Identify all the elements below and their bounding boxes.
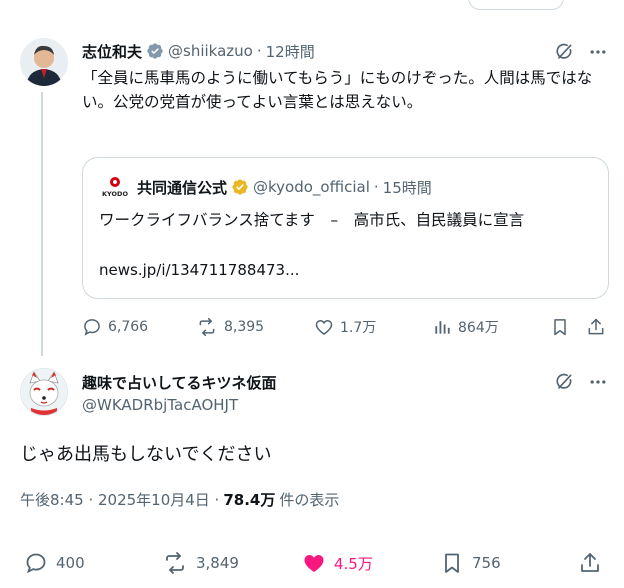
like-button-active[interactable]: 4.5万 [302,548,373,578]
avatar-kitsune-mask[interactable] [20,368,68,416]
share-icon [588,318,604,335]
like-icon [304,555,324,572]
reply-post-text: じゃあ出馬もしないでください [20,444,272,465]
reply-author-handle[interactable]: @WKADRbjTacAOHJT [82,396,238,414]
original-post-text: 「全員に馬車馬のように働いてもらう」にものけぞった。人間は馬ではない。公党の党首… [82,69,593,111]
grok-icon[interactable] [552,370,576,394]
separator: · [373,178,379,196]
quoted-post-header: KYODO 共同通信公式 @kyodo_official · 15時間 [101,176,432,198]
original-post-header: 志位和夫 @shiikazuo · 12時間 [82,40,315,62]
views-icon [435,321,450,334]
verified-badge-icon [231,178,249,196]
repost-icon [199,317,215,337]
verified-badge-icon [146,42,164,60]
bookmark-icon [445,553,459,573]
grok-icon[interactable] [552,40,576,64]
like-button[interactable]: 1.7万 [314,314,376,340]
repost-icon [166,552,184,574]
thread-connector-line [41,92,43,356]
avatar-shiikazuo[interactable] [20,38,68,86]
original-post-actions: 6,766 8,395 1.7万 864万 [82,314,612,340]
kyodo-logo: KYODO [101,176,129,198]
reply-post-actions: 400 3,849 4.5万 756 [20,548,610,578]
repost-count: 8,395 [224,319,265,335]
author-handle[interactable]: @shiikazuo [168,42,253,60]
kyodo-logo-text: KYODO [102,190,128,198]
post-time[interactable]: 12時間 [266,41,315,62]
separator: · [256,42,262,60]
bookmark-icon [554,319,566,336]
bookmark-button[interactable]: 756 [440,548,501,578]
reply-button[interactable]: 400 [24,548,85,578]
repost-button[interactable]: 3,849 [162,548,239,578]
share-button[interactable] [586,314,612,340]
views-count: 864万 [458,320,499,336]
quoted-post-link[interactable]: news.jp/i/134711788473... [99,261,299,279]
views-total: 78.4万 [223,491,276,509]
quoted-post-card[interactable]: KYODO 共同通信公式 @kyodo_official · 15時間 ワークラ… [82,157,609,299]
share-icon [581,553,599,572]
repost-button[interactable]: 8,395 [196,314,264,340]
bookmark-count: 756 [472,554,501,572]
timestamp-text[interactable]: 午後8:45 · 2025年10月4日 · [20,489,219,510]
post-timestamp: 午後8:45 · 2025年10月4日 · 78.4万 件の表示 [20,489,339,510]
share-button[interactable] [578,548,610,578]
more-icon[interactable] [586,40,610,64]
reply-author-name[interactable]: 趣味で占いしてるキツネ仮面 [82,372,277,393]
quoted-author-name: 共同通信公式 [137,178,228,197]
reply-icon [26,553,46,574]
like-count: 1.7万 [340,320,377,336]
author-name[interactable]: 志位和夫 [82,41,142,62]
bookmark-button[interactable] [550,314,576,340]
views-button[interactable]: 864万 [432,314,499,340]
reply-post-header: 趣味で占いしてるキツネ仮面 [82,371,277,393]
views-label: 件の表示 [279,491,340,509]
quoted-post-time: 15時間 [382,178,432,197]
reply-button[interactable]: 6,766 [82,314,148,340]
repost-count: 3,849 [196,554,239,572]
reply-count: 6,766 [108,319,149,335]
quoted-author-handle: @kyodo_official [253,178,370,196]
reply-count: 400 [56,554,85,572]
top-button-edge[interactable] [468,0,564,10]
like-icon [315,319,333,335]
like-count: 4.5万 [334,554,373,573]
quoted-post-text: ワークライフバランス捨てます – 高市氏、自民議員に宣言 [99,211,525,229]
reply-icon [84,319,100,336]
more-icon[interactable] [586,370,610,394]
